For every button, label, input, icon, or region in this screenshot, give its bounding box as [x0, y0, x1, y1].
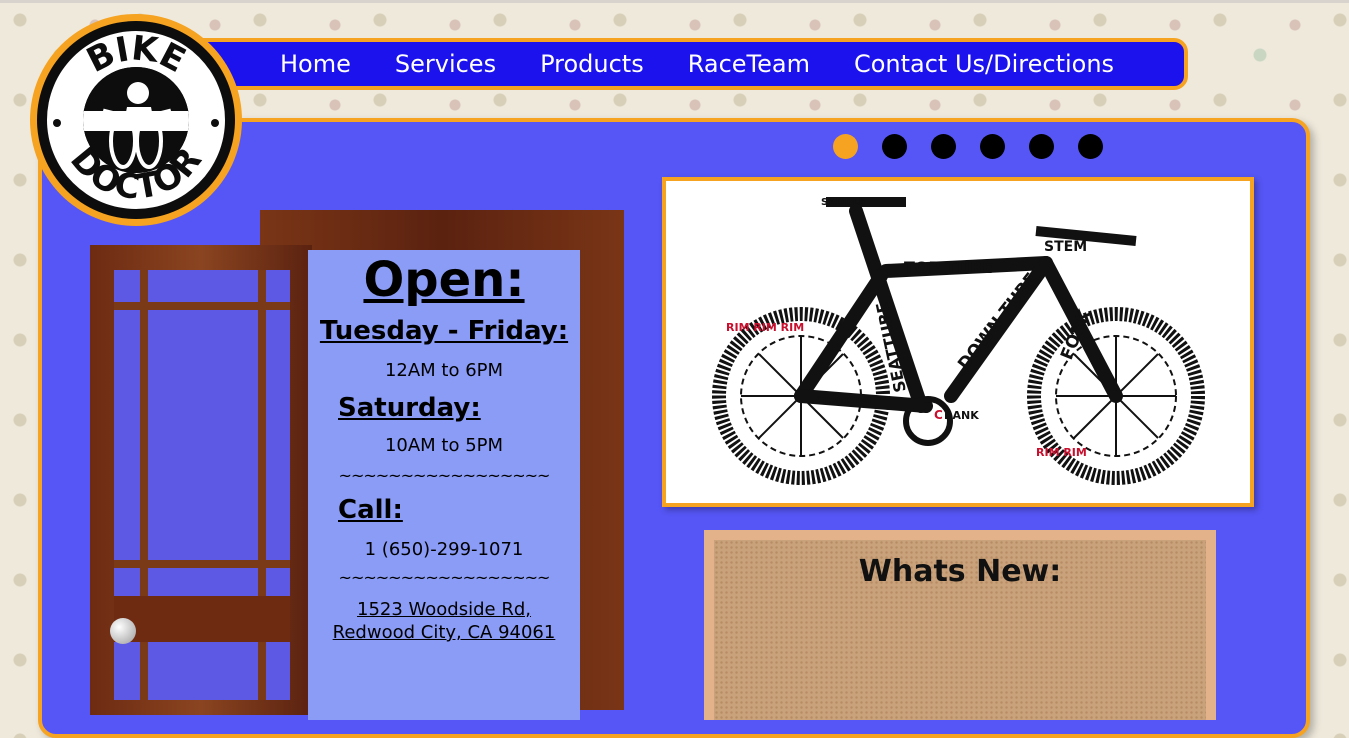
weekday-hours: 12AM to 6PM [384, 360, 504, 381]
cyclist-icon [83, 67, 189, 173]
weekday-label: Tuesday - Friday: [319, 316, 569, 346]
svg-text:RANK: RANK [944, 409, 979, 422]
nav-products[interactable]: Products [540, 50, 644, 78]
open-heading: Open: [363, 252, 525, 308]
svg-text:CHAINSTAY: CHAINSTAY [816, 396, 873, 406]
main-nav: Home Services Products RaceTeam Contact … [188, 38, 1188, 90]
svg-text:RIM RIM: RIM RIM [1036, 446, 1087, 459]
divider-2: ~~~~~~~~~~~~~~~~~ [338, 568, 551, 587]
address-line-1[interactable]: 1523 Woodside Rd, [308, 599, 580, 620]
door-knob [110, 618, 136, 644]
slider-dot-5[interactable] [1029, 134, 1054, 159]
nav-home[interactable]: Home [280, 50, 351, 78]
slider-dots [833, 134, 1103, 159]
hours-sign: Open: Tuesday - Friday: 12AM to 6PM Satu… [308, 250, 580, 720]
bike-typography-image[interactable]: TOP TUBE SADDLE STEM CHAINSTAY C RANK RI… [662, 177, 1254, 507]
slider-dot-1[interactable] [833, 134, 858, 159]
bike-doctor-logo[interactable]: BIKE DOCTOR [30, 14, 242, 226]
svg-text:TOP TUBE: TOP TUBE [904, 258, 993, 277]
address-line-2[interactable]: Redwood City, CA 94061 [308, 622, 580, 643]
svg-text:SADDLE: SADDLE [821, 197, 866, 208]
whats-new-heading: Whats New: [858, 554, 1062, 589]
saturday-hours: 10AM to 5PM [384, 435, 504, 456]
call-label: Call: [338, 495, 403, 525]
nav-services[interactable]: Services [395, 50, 496, 78]
svg-text:STEM: STEM [1044, 239, 1087, 255]
nav-contact[interactable]: Contact Us/Directions [854, 50, 1114, 78]
phone-number[interactable]: 1 (650)-299-1071 [308, 539, 580, 560]
saturday-label: Saturday: [338, 393, 481, 423]
svg-text:C: C [934, 408, 943, 422]
svg-text:RIM RIM RIM: RIM RIM RIM [726, 321, 804, 334]
slider-dot-3[interactable] [931, 134, 956, 159]
slider-dot-2[interactable] [882, 134, 907, 159]
divider-1: ~~~~~~~~~~~~~~~~~ [338, 466, 551, 485]
nav-raceteam[interactable]: RaceTeam [688, 50, 810, 78]
bike-parts-illustration: TOP TUBE SADDLE STEM CHAINSTAY C RANK RI… [712, 197, 1205, 485]
svg-text:DOWN TUBE: DOWN TUBE [954, 269, 1042, 374]
slider-dot-6[interactable] [1078, 134, 1103, 159]
browser-top-line [0, 0, 1349, 3]
slider-dot-4[interactable] [980, 134, 1005, 159]
